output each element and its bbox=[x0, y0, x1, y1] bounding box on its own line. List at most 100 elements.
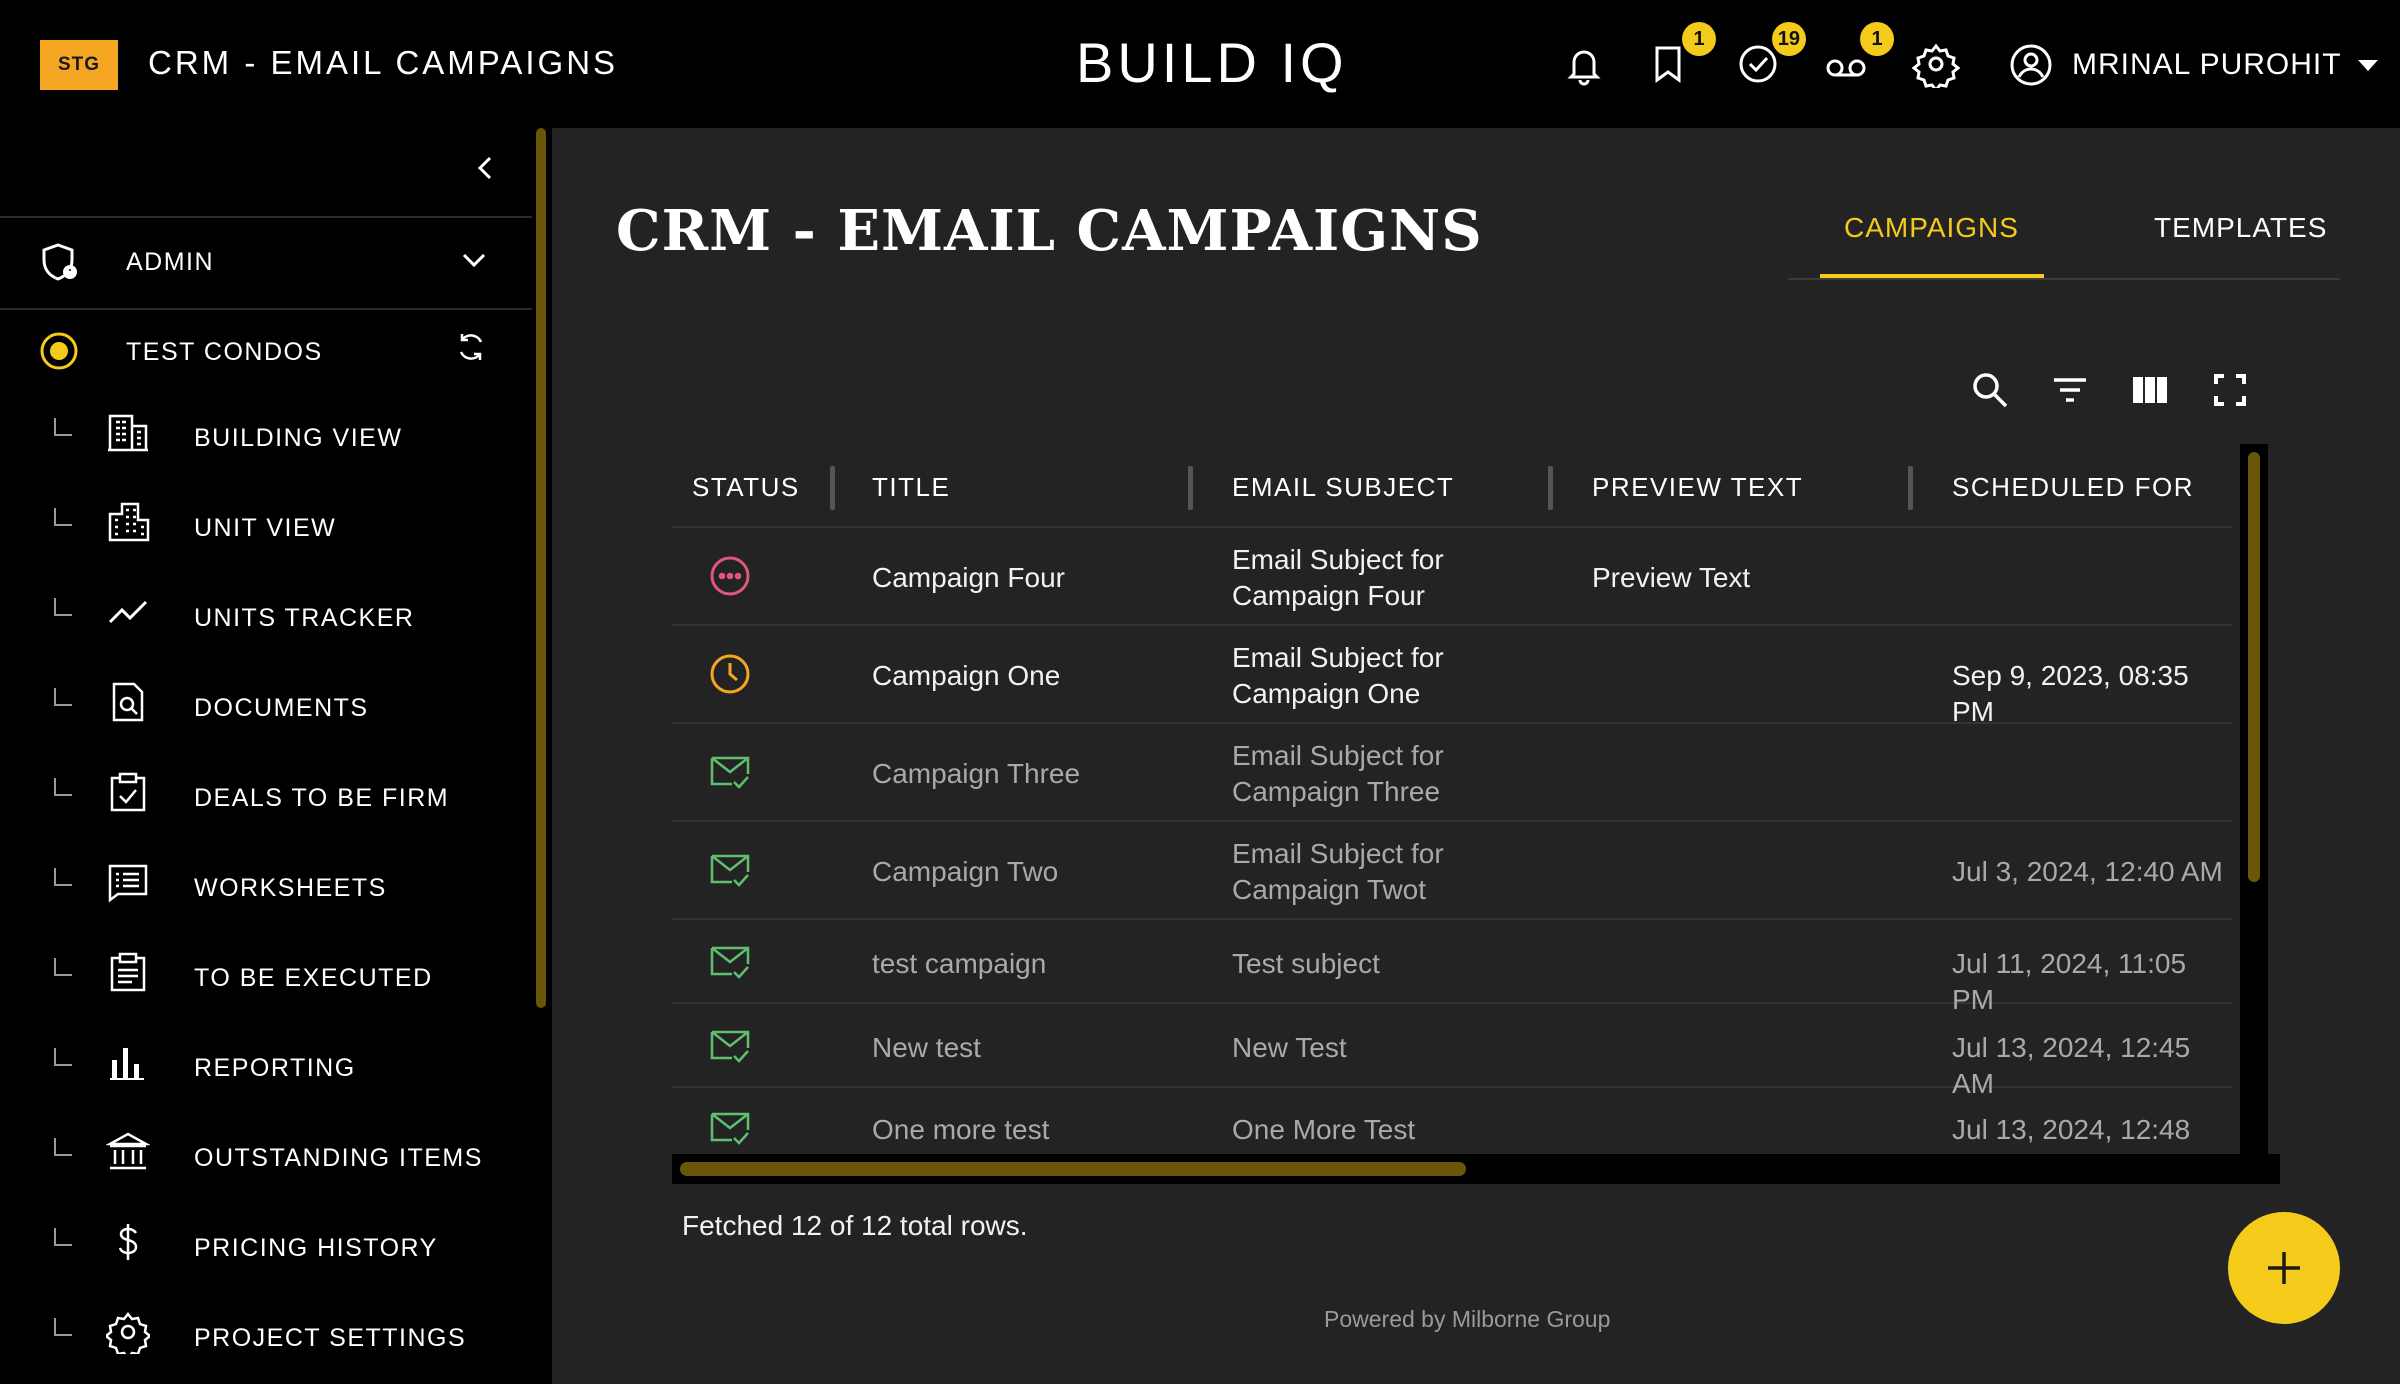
column-resize-handle[interactable] bbox=[1908, 466, 1913, 510]
cell-title: One more test bbox=[872, 1114, 1050, 1145]
sidebar-item-outstanding-items[interactable]: OUTSTANDING ITEMS bbox=[0, 1114, 532, 1204]
sync-icon[interactable] bbox=[452, 328, 490, 366]
sidebar-item-building-view[interactable]: BUILDING VIEW bbox=[0, 394, 532, 484]
tab-campaigns[interactable]: CAMPAIGNS bbox=[1844, 212, 2019, 244]
table-vertical-scrollbar-thumb[interactable] bbox=[2248, 452, 2260, 882]
search-icon[interactable] bbox=[1968, 368, 2012, 412]
sidebar-item-reporting[interactable]: REPORTING bbox=[0, 1024, 532, 1114]
bank-icon bbox=[105, 1130, 151, 1174]
sidebar-admin-label: ADMIN bbox=[126, 248, 215, 276]
cell-scheduled-for: Jul 13, 2024, 12:48 AM bbox=[1952, 1114, 2191, 1154]
sidebar-project-label: TEST CONDOS bbox=[126, 338, 323, 366]
brand-logo[interactable]: BUILD IQ bbox=[1076, 30, 1348, 95]
settings-icon[interactable] bbox=[1911, 40, 1961, 93]
columns-icon[interactable] bbox=[2128, 368, 2172, 412]
table-row[interactable]: Campaign Three Email Subject for Campaig… bbox=[672, 724, 2232, 822]
column-header-preview-text[interactable]: PREVIEW TEXT bbox=[1592, 472, 1803, 503]
voicemail-icon[interactable]: 1 bbox=[1822, 22, 1894, 88]
tab-templates[interactable]: TEMPLATES bbox=[2154, 212, 2327, 244]
table-row[interactable]: Campaign One Email Subject for Campaign … bbox=[672, 626, 2232, 727]
document-search-icon bbox=[106, 680, 150, 724]
row-count-text: Fetched 12 of 12 total rows. bbox=[682, 1210, 1028, 1241]
sidebar-item-label: UNITS TRACKER bbox=[194, 604, 415, 632]
cell-email-subject: New Test bbox=[1232, 1032, 1347, 1063]
sidebar-item-project[interactable]: TEST CONDOS bbox=[0, 310, 532, 394]
mail-sent-icon bbox=[708, 1024, 752, 1068]
page-title: CRM - EMAIL CAMPAIGNS bbox=[616, 198, 1483, 264]
tree-connector bbox=[54, 868, 72, 886]
mail-sent-icon bbox=[708, 848, 752, 892]
sidebar-item-pricing-history[interactable]: PRICING HISTORY bbox=[0, 1204, 532, 1294]
cell-title: New test bbox=[872, 1032, 981, 1063]
check-circle-icon[interactable]: 19 bbox=[1734, 22, 1806, 88]
cell-email-subject: One More Test bbox=[1232, 1114, 1416, 1145]
cell-subject-line1: Email Subject for bbox=[1232, 838, 1444, 869]
sidebar-item-project-settings[interactable]: PROJECT SETTINGS bbox=[0, 1294, 532, 1384]
sidebar-item-label: OUTSTANDING ITEMS bbox=[194, 1144, 483, 1172]
table-row[interactable]: One more test One More Test Jul 13, 2024… bbox=[672, 1088, 2232, 1154]
sidebar-item-label: UNIT VIEW bbox=[194, 514, 337, 542]
column-resize-handle[interactable] bbox=[1188, 466, 1193, 510]
filter-icon[interactable] bbox=[2048, 368, 2092, 412]
tree-connector bbox=[54, 598, 72, 616]
table-horizontal-scrollbar-thumb[interactable] bbox=[680, 1162, 1466, 1176]
trend-line-icon bbox=[106, 590, 150, 634]
sidebar-item-label: TO BE EXECUTED bbox=[194, 964, 433, 992]
mail-sent-icon bbox=[708, 1106, 752, 1150]
cell-title: Campaign Four bbox=[872, 562, 1065, 593]
tree-connector bbox=[54, 1318, 72, 1336]
cell-title: Campaign One bbox=[872, 660, 1061, 691]
user-menu[interactable]: MRINAL PUROHIT bbox=[2008, 42, 2378, 88]
cell-subject-line2: Campaign One bbox=[1232, 678, 1421, 709]
sidebar-item-label: DOCUMENTS bbox=[194, 694, 369, 722]
bell-icon[interactable] bbox=[1560, 40, 1608, 88]
sidebar-item-deals-to-be-firm[interactable]: DEALS TO BE FIRM bbox=[0, 754, 532, 844]
sidebar-item-admin[interactable]: ADMIN bbox=[0, 218, 532, 308]
radio-selected-icon bbox=[38, 330, 80, 372]
column-resize-handle[interactable] bbox=[830, 466, 835, 510]
tree-connector bbox=[54, 778, 72, 796]
top-bar: STG CRM - EMAIL CAMPAIGNS BUILD IQ 1 19 … bbox=[0, 0, 2400, 128]
tab-bar: CAMPAIGNS TEMPLATES bbox=[1788, 188, 2340, 280]
bar-chart-icon bbox=[106, 1040, 150, 1084]
draft-status-icon bbox=[708, 554, 752, 598]
tree-connector bbox=[54, 1048, 72, 1066]
sidebar-item-label: PROJECT SETTINGS bbox=[194, 1324, 467, 1352]
column-header-title[interactable]: TITLE bbox=[872, 472, 950, 503]
main-content: CRM - EMAIL CAMPAIGNS CAMPAIGNS TEMPLATE… bbox=[552, 128, 2400, 1384]
column-header-scheduled-for[interactable]: SCHEDULED FOR bbox=[1952, 472, 2194, 503]
tree-connector bbox=[54, 508, 72, 526]
add-campaign-button[interactable] bbox=[2228, 1212, 2340, 1324]
sidebar-item-to-be-executed[interactable]: TO BE EXECUTED bbox=[0, 934, 532, 1024]
sidebar-item-documents[interactable]: DOCUMENTS bbox=[0, 664, 532, 754]
cell-subject-line1: Email Subject for bbox=[1232, 740, 1444, 771]
table-row[interactable]: test campaign Test subject Jul 11, 2024,… bbox=[672, 920, 2232, 1015]
plus-icon bbox=[2268, 1252, 2300, 1284]
cell-title: Campaign Two bbox=[872, 856, 1059, 887]
tree-connector bbox=[54, 688, 72, 706]
column-resize-handle[interactable] bbox=[1548, 466, 1553, 510]
table-row[interactable]: Campaign Two Email Subject for Campaign … bbox=[672, 822, 2232, 920]
cell-subject-line1: Email Subject for bbox=[1232, 642, 1444, 673]
cell-scheduled-for: Sep 9, 2023, 08:35 PM bbox=[1952, 660, 2189, 727]
mail-sent-icon bbox=[708, 750, 752, 794]
sidebar-item-unit-view[interactable]: UNIT VIEW bbox=[0, 484, 532, 574]
section-title: CRM - EMAIL CAMPAIGNS bbox=[148, 44, 619, 81]
bookmark-icon[interactable]: 1 bbox=[1644, 22, 1716, 88]
table-row[interactable]: New test New Test Jul 13, 2024, 12:45 AM bbox=[672, 1004, 2232, 1099]
table-header: STATUS TITLE EMAIL SUBJECT PREVIEW TEXT … bbox=[672, 444, 2232, 528]
sidebar-scrollbar-thumb[interactable] bbox=[536, 128, 546, 1008]
column-header-email-subject[interactable]: EMAIL SUBJECT bbox=[1232, 472, 1454, 503]
sidebar-item-worksheets[interactable]: WORKSHEETS bbox=[0, 844, 532, 934]
clipboard-list-icon bbox=[106, 950, 150, 994]
column-header-status[interactable]: STATUS bbox=[692, 472, 800, 503]
tree-connector bbox=[54, 1138, 72, 1156]
fullscreen-icon[interactable] bbox=[2208, 368, 2252, 412]
collapse-sidebar-button[interactable] bbox=[466, 148, 506, 188]
tree-connector bbox=[54, 1228, 72, 1246]
clipboard-check-icon bbox=[106, 770, 150, 814]
sidebar: ADMIN TEST CONDOS BUILDING VIEW UNIT VIE… bbox=[0, 128, 548, 1384]
sidebar-item-units-tracker[interactable]: UNITS TRACKER bbox=[0, 574, 532, 664]
table-row[interactable]: Campaign Four Email Subject for Campaign… bbox=[672, 528, 2232, 626]
cell-preview-text: Preview Text bbox=[1592, 562, 1751, 593]
